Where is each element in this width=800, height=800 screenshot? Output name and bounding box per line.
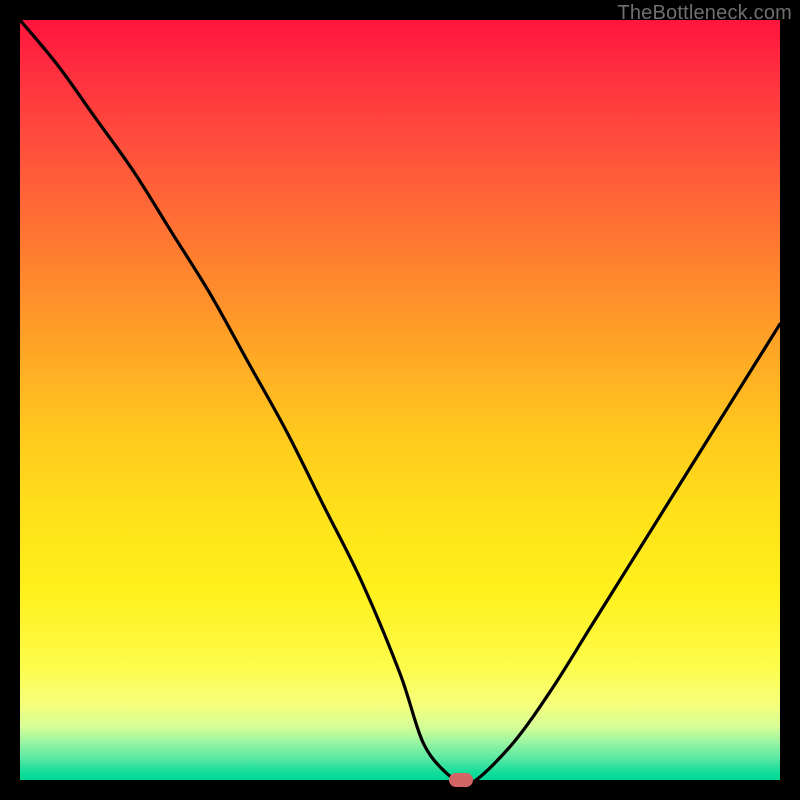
chart-container: TheBottleneck.com bbox=[0, 0, 800, 800]
plot-area bbox=[20, 20, 780, 780]
optimal-point-marker bbox=[449, 773, 473, 787]
bottleneck-curve bbox=[20, 20, 780, 780]
